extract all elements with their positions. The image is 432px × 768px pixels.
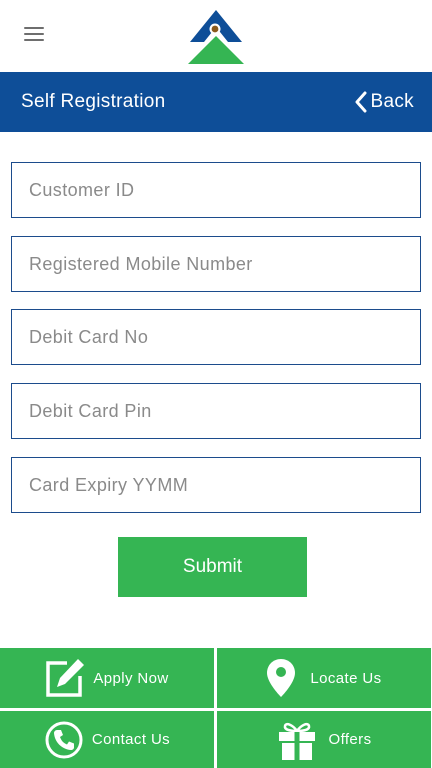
contact-us-tile[interactable]: Contact Us — [0, 711, 214, 768]
chevron-left-icon — [355, 91, 367, 113]
mobile-number-input[interactable] — [11, 236, 421, 292]
card-expiry-input[interactable] — [11, 457, 421, 513]
phone-icon — [45, 721, 83, 758]
apply-now-tile[interactable]: Apply Now — [0, 648, 214, 708]
back-button[interactable]: Back — [355, 72, 414, 132]
bank-logo — [188, 10, 244, 64]
debit-card-pin-input[interactable] — [11, 383, 421, 439]
edit-icon — [46, 659, 85, 697]
locate-us-tile[interactable]: Locate Us — [217, 648, 431, 708]
hamburger-icon[interactable] — [24, 26, 44, 42]
page-header: Self Registration Back — [0, 72, 432, 132]
offers-tile[interactable]: Offers — [217, 711, 431, 768]
gift-icon — [278, 722, 315, 760]
offers-label: Offers — [328, 731, 372, 748]
back-label: Back — [370, 91, 414, 112]
customer-id-input[interactable] — [11, 162, 421, 218]
location-pin-icon — [267, 659, 296, 697]
contact-us-label: Contact Us — [91, 731, 171, 748]
top-bar — [0, 0, 432, 72]
apply-now-label: Apply Now — [93, 669, 169, 687]
submit-button[interactable]: Submit — [118, 537, 307, 597]
locate-us-label: Locate Us — [310, 669, 382, 687]
page-title: Self Registration — [21, 91, 166, 112]
debit-card-number-input[interactable] — [11, 309, 421, 365]
